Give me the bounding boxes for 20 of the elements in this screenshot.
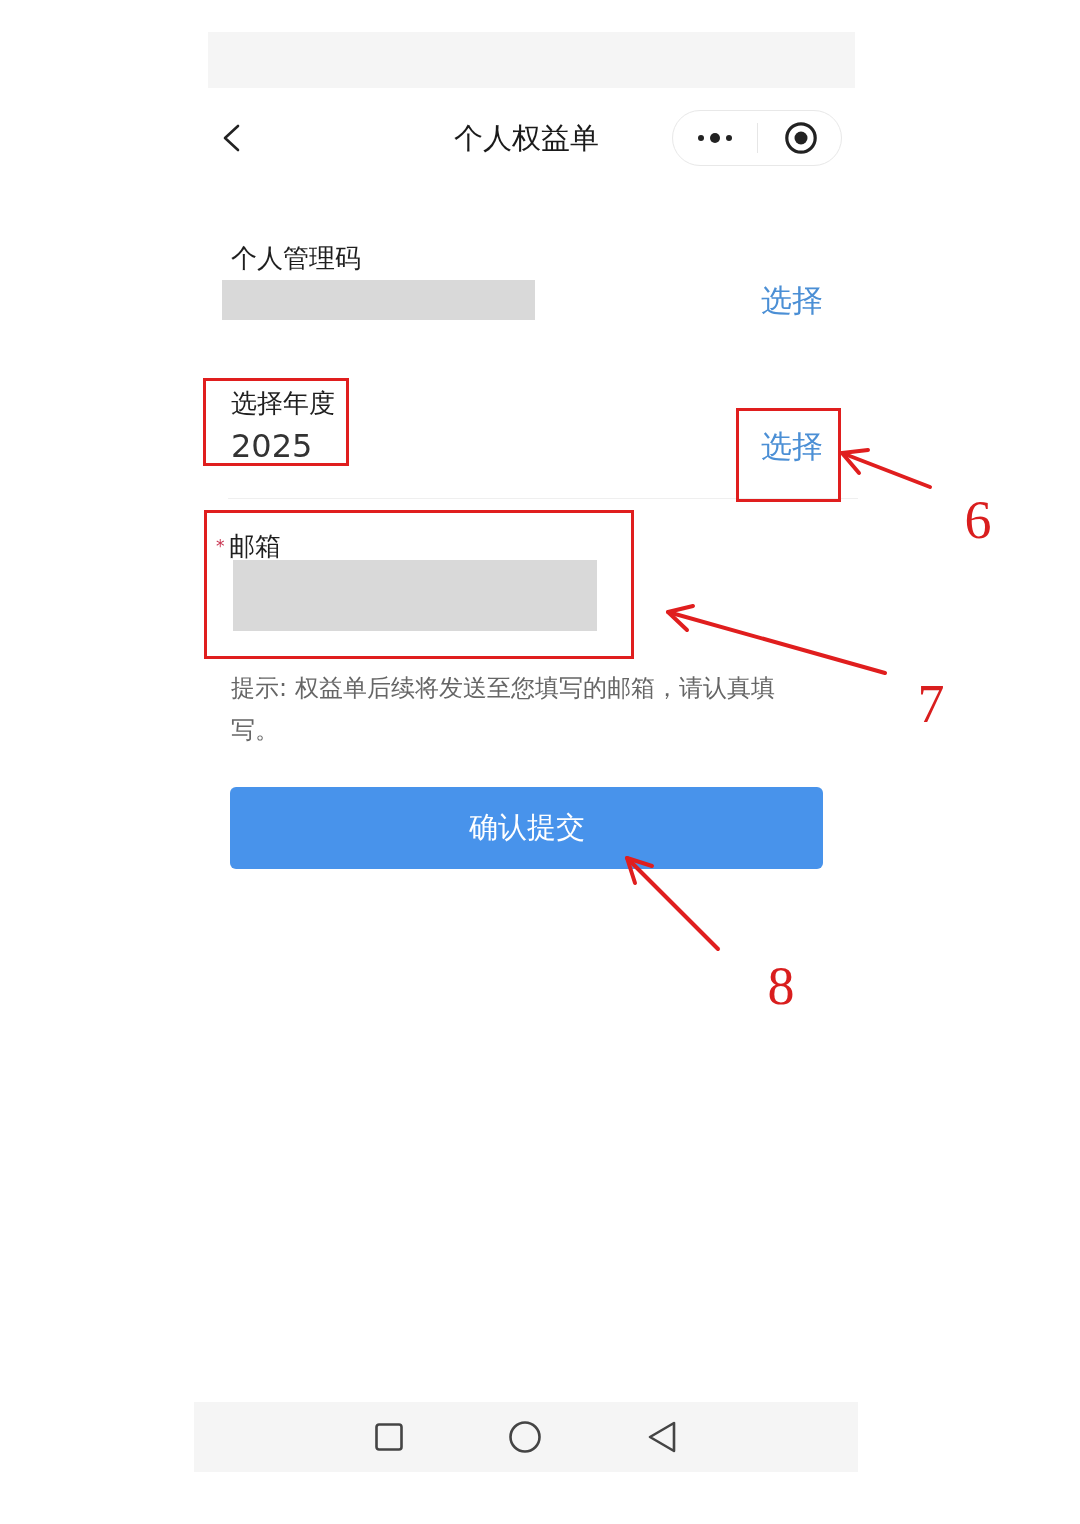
callout-number: 6 — [964, 490, 992, 550]
hint-text: 提示: 权益单后续将发送至您填写的邮箱，请认真填写。 — [231, 673, 776, 746]
required-mark: * — [216, 536, 225, 556]
field-value: 2025 — [231, 428, 313, 464]
select-link[interactable]: 选择 — [761, 426, 823, 466]
field-label: 选择年度 — [231, 389, 335, 417]
input-field[interactable] — [233, 560, 597, 631]
field-label: 邮箱 — [228, 532, 281, 560]
submit-button[interactable]: 确认提交 — [230, 787, 823, 869]
triangle-icon[interactable] — [648, 1421, 676, 1453]
select-link[interactable]: 选择 — [761, 280, 823, 320]
target-icon[interactable] — [785, 122, 817, 154]
back-icon[interactable] — [222, 124, 240, 152]
callout-number: 8 — [767, 956, 795, 1016]
page-title: 个人权益单 — [454, 120, 599, 157]
callout-number: 7 — [917, 674, 945, 734]
circle-icon[interactable] — [509, 1421, 541, 1453]
field-label: 个人管理码 — [231, 244, 361, 272]
square-icon[interactable] — [375, 1423, 403, 1451]
more-icon[interactable] — [698, 133, 732, 143]
